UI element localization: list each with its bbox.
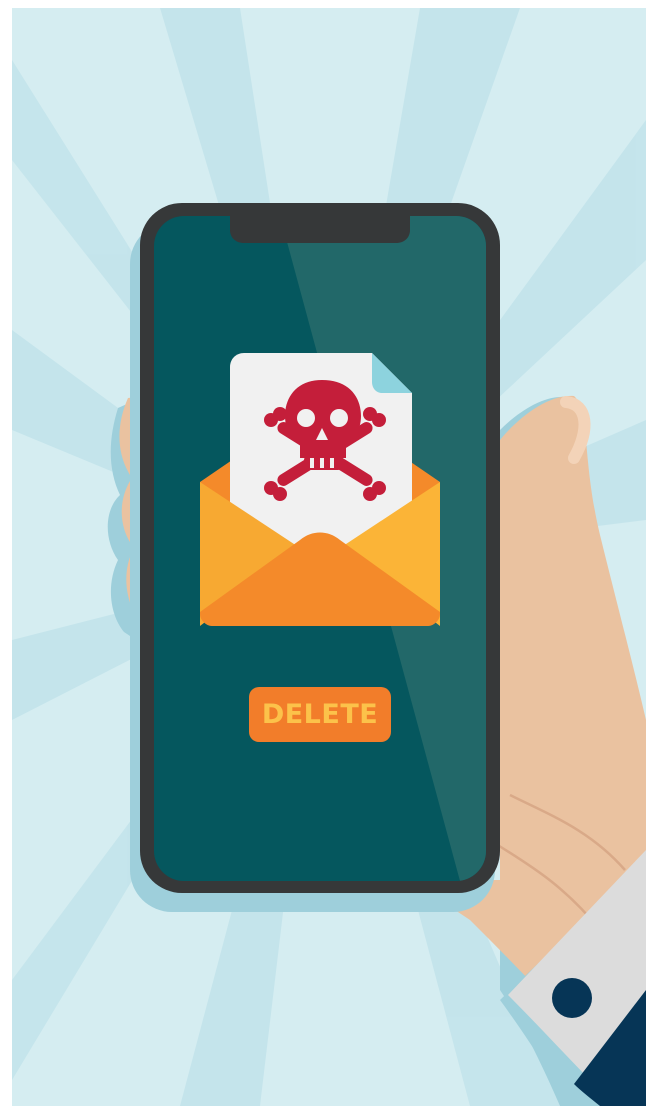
illustration-stage: DELETE (0, 0, 650, 1115)
phishing-email-illustration (0, 0, 650, 1115)
phone-notch (230, 214, 410, 243)
delete-button[interactable]: DELETE (249, 687, 391, 742)
cufflink (552, 978, 592, 1018)
